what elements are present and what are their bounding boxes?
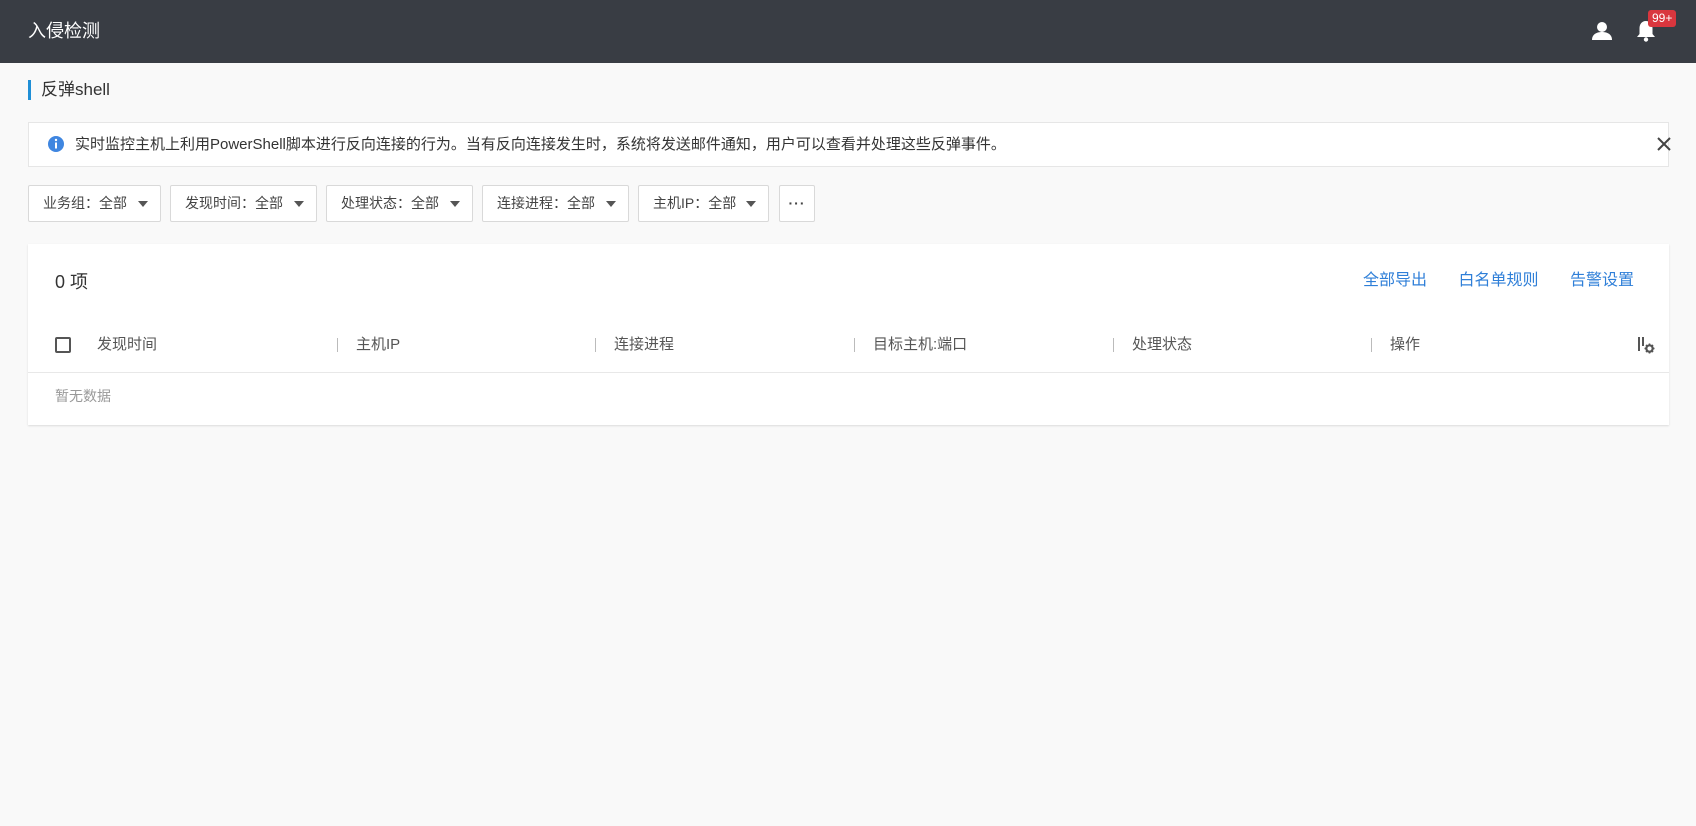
- top-navigation-bar: 入侵检测 99+: [0, 0, 1696, 63]
- caret-down-icon: [746, 201, 756, 207]
- events-panel: 0 项 全部导出 白名单规则 告警设置 发现时间 主机IP 连接进程 目标主机:…: [28, 244, 1669, 425]
- filter-label: 业务组：全部: [43, 195, 127, 211]
- column-divider: [1113, 338, 1114, 352]
- whitelist-rules-link[interactable]: 白名单规则: [1459, 272, 1539, 289]
- caret-down-icon: [138, 201, 148, 207]
- export-all-link[interactable]: 全部导出: [1363, 272, 1427, 289]
- alert-settings-link[interactable]: 告警设置: [1570, 272, 1634, 289]
- column-divider: [337, 338, 338, 352]
- filter-label: 主机IP：全部: [653, 195, 737, 211]
- select-all-checkbox[interactable]: [55, 337, 71, 353]
- status-filter[interactable]: 处理状态：全部: [326, 185, 473, 222]
- column-header-process[interactable]: 连接进程: [614, 336, 674, 354]
- column-header-status[interactable]: 处理状态: [1132, 336, 1192, 354]
- column-header-host-ip[interactable]: 主机IP: [356, 336, 400, 354]
- column-header-target-host-port[interactable]: 目标主机:端口: [873, 336, 967, 354]
- app-title: 入侵检测: [28, 21, 100, 41]
- filter-label: 连接进程：全部: [497, 195, 595, 211]
- caret-down-icon: [294, 201, 304, 207]
- column-divider: [595, 338, 596, 352]
- process-filter[interactable]: 连接进程：全部: [482, 185, 629, 222]
- filter-label: 发现时间：全部: [185, 195, 283, 211]
- host-ip-filter[interactable]: 主机IP：全部: [638, 185, 769, 222]
- notification-badge: 99+: [1648, 10, 1677, 27]
- column-header-discovery-time[interactable]: 发现时间: [97, 336, 157, 354]
- more-filters-button[interactable]: ···: [779, 185, 815, 222]
- info-notice: 实时监控主机上利用PowerShell脚本进行反向连接的行为。当有反向连接发生时…: [28, 122, 1672, 167]
- empty-state-text: 暂无数据: [55, 388, 111, 404]
- table-actions: 全部导出 白名单规则 告警设置: [1336, 271, 1634, 291]
- page-title: 反弹shell: [28, 80, 110, 100]
- close-icon[interactable]: [1656, 136, 1672, 152]
- filter-label: 处理状态：全部: [341, 195, 439, 211]
- more-icon: ···: [788, 195, 806, 211]
- item-count: 0 项: [55, 272, 89, 292]
- notice-text: 实时监控主机上利用PowerShell脚本进行反向连接的行为。当有反向连接发生时…: [75, 136, 1006, 153]
- column-header-operations[interactable]: 操作: [1390, 336, 1420, 354]
- column-divider: [854, 338, 855, 352]
- user-icon[interactable]: [1589, 18, 1615, 44]
- column-settings-icon[interactable]: [1636, 335, 1656, 355]
- table-header: 发现时间 主机IP 连接进程 目标主机:端口 处理状态 操作: [28, 332, 1669, 373]
- caret-down-icon: [450, 201, 460, 207]
- business-group-filter[interactable]: 业务组：全部: [28, 185, 161, 222]
- discovery-time-filter[interactable]: 发现时间：全部: [170, 185, 317, 222]
- caret-down-icon: [606, 201, 616, 207]
- column-divider: [1371, 338, 1372, 352]
- info-icon: [47, 135, 65, 153]
